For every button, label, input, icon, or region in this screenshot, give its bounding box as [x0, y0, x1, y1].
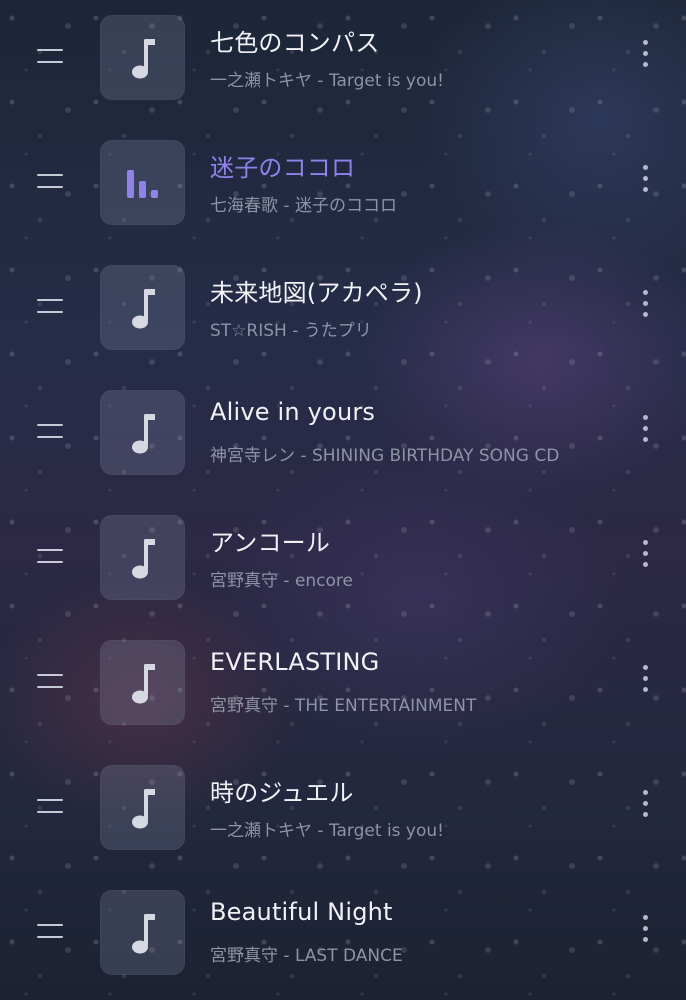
more-options-icon[interactable] [636, 40, 654, 74]
more-options-icon[interactable] [636, 790, 654, 824]
more-options-icon[interactable] [636, 290, 654, 324]
music-note-icon [132, 414, 155, 454]
track-artist-album: 一之瀬トキヤ - Target is you! [210, 821, 444, 841]
music-note-icon [132, 39, 155, 79]
track-title: Alive in yours [210, 398, 376, 426]
track-row[interactable]: アンコール 宮野真守 - encore [0, 500, 686, 625]
drag-handle-icon[interactable] [37, 799, 63, 813]
more-options-icon[interactable] [636, 915, 654, 949]
track-artist-album: 一之瀬トキヤ - Target is you! [210, 71, 444, 91]
more-options-icon[interactable] [636, 665, 654, 699]
more-options-icon[interactable] [636, 165, 654, 199]
music-note-icon [132, 664, 155, 704]
album-thumbnail [100, 140, 185, 225]
track-row[interactable]: EVERLASTING 宮野真守 - THE ENTERTAINMENT [0, 625, 686, 750]
track-artist-album: 宮野真守 - LAST DANCE [210, 946, 403, 966]
drag-handle-icon[interactable] [37, 49, 63, 63]
equalizer-icon [127, 170, 158, 198]
album-thumbnail [100, 15, 185, 100]
track-artist-album: ST☆RISH - うたプリ [210, 321, 372, 341]
track-row[interactable]: Alive in yours 神宮寺レン - SHINING BIRTHDAY … [0, 375, 686, 500]
drag-handle-icon[interactable] [37, 924, 63, 938]
track-row[interactable]: 迷子のココロ 七海春歌 - 迷子のココロ [0, 125, 686, 250]
track-row[interactable]: Beautiful Night 宮野真守 - LAST DANCE [0, 875, 686, 1000]
track-title: 未来地図(アカペラ) [210, 279, 423, 307]
track-title: EVERLASTING [210, 648, 380, 676]
track-row[interactable]: 未来地図(アカペラ) ST☆RISH - うたプリ [0, 250, 686, 375]
track-title: アンコール [210, 529, 331, 557]
track-artist-album: 宮野真守 - encore [210, 571, 353, 591]
track-title: 迷子のココロ [210, 154, 356, 182]
track-artist-album: 神宮寺レン - SHINING BIRTHDAY SONG CD [210, 446, 560, 466]
track-title: 時のジュエル [210, 779, 354, 807]
more-options-icon[interactable] [636, 415, 654, 449]
more-options-icon[interactable] [636, 540, 654, 574]
music-note-icon [132, 914, 155, 954]
playlist-queue: 七色のコンパス 一之瀬トキヤ - Target is you! 迷子のココロ 七… [0, 0, 686, 1000]
album-thumbnail [100, 265, 185, 350]
album-thumbnail [100, 390, 185, 475]
music-note-icon [132, 789, 155, 829]
track-row[interactable]: 時のジュエル 一之瀬トキヤ - Target is you! [0, 750, 686, 875]
track-artist-album: 七海春歌 - 迷子のココロ [210, 196, 397, 216]
drag-handle-icon[interactable] [37, 424, 63, 438]
drag-handle-icon[interactable] [37, 299, 63, 313]
album-thumbnail [100, 765, 185, 850]
music-note-icon [132, 539, 155, 579]
drag-handle-icon[interactable] [37, 549, 63, 563]
track-title: 七色のコンパス [210, 29, 380, 57]
album-thumbnail [100, 640, 185, 725]
track-row[interactable]: 七色のコンパス 一之瀬トキヤ - Target is you! [0, 0, 686, 125]
track-title: Beautiful Night [210, 898, 393, 926]
album-thumbnail [100, 515, 185, 600]
drag-handle-icon[interactable] [37, 174, 63, 188]
drag-handle-icon[interactable] [37, 674, 63, 688]
track-artist-album: 宮野真守 - THE ENTERTAINMENT [210, 696, 477, 716]
album-thumbnail [100, 890, 185, 975]
music-note-icon [132, 289, 155, 329]
